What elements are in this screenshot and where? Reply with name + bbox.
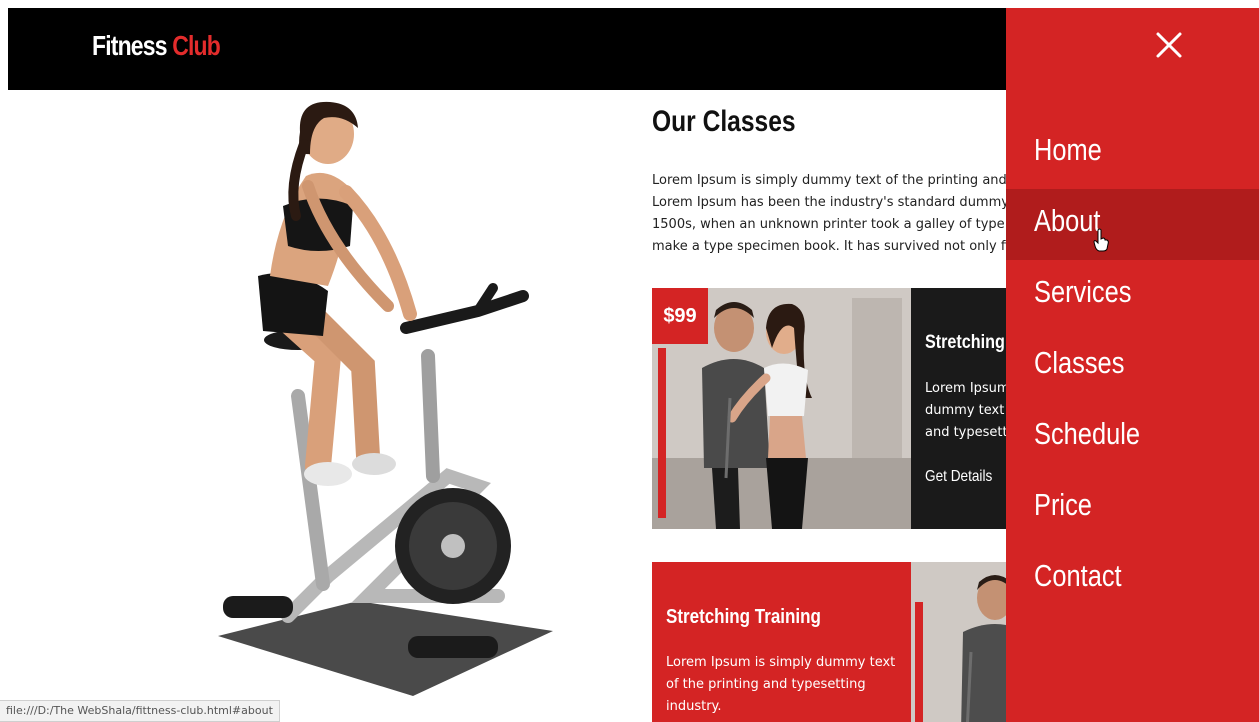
nav-item-label: Schedule xyxy=(1034,416,1141,451)
class-card-title: Stretching Training xyxy=(666,606,821,628)
class-card-text: Lorem Ipsum is simply dummy text of the … xyxy=(666,655,896,714)
browser-viewport: Fitness Club Our Classes Lorem Ipsum is … xyxy=(8,8,1259,722)
nav-item-label: Home xyxy=(1034,132,1102,167)
site-logo[interactable]: Fitness Club xyxy=(92,30,221,62)
logo-text-fitness: Fitness xyxy=(92,30,167,61)
hand-cursor-icon xyxy=(1093,228,1109,252)
nav-item-about[interactable]: About xyxy=(1006,189,1259,260)
nav-item-label: Classes xyxy=(1034,345,1125,380)
nav-item-price[interactable]: Price xyxy=(1006,473,1259,544)
nav-item-label: About xyxy=(1034,203,1101,238)
nav-item-contact[interactable]: Contact xyxy=(1006,544,1259,615)
nav-item-label: Contact xyxy=(1034,558,1122,593)
nav-item-classes[interactable]: Classes xyxy=(1006,331,1259,402)
side-nav-menu: Home About Services Classes Schedule Pri… xyxy=(1006,8,1259,722)
class-card-image[interactable]: $99 xyxy=(652,288,911,529)
nav-item-services[interactable]: Services xyxy=(1006,260,1259,331)
get-details-link[interactable]: Get Details xyxy=(925,468,992,486)
nav-item-home[interactable]: Home xyxy=(1006,118,1259,189)
nav-item-label: Services xyxy=(1034,274,1132,309)
nav-item-schedule[interactable]: Schedule xyxy=(1006,402,1259,473)
section-title-our-classes: Our Classes xyxy=(652,105,796,138)
price-badge: $99 xyxy=(652,288,708,344)
class-card-info: Stretching Training Lorem Ipsum is simpl… xyxy=(652,562,911,722)
hero-image-exercise-bike xyxy=(218,101,553,696)
logo-text-club: Club xyxy=(172,30,221,61)
close-icon[interactable] xyxy=(1152,28,1186,62)
browser-status-bar-url: file:///D:/The WebShala/fittness-club.ht… xyxy=(0,700,280,722)
nav-item-label: Price xyxy=(1034,487,1092,522)
